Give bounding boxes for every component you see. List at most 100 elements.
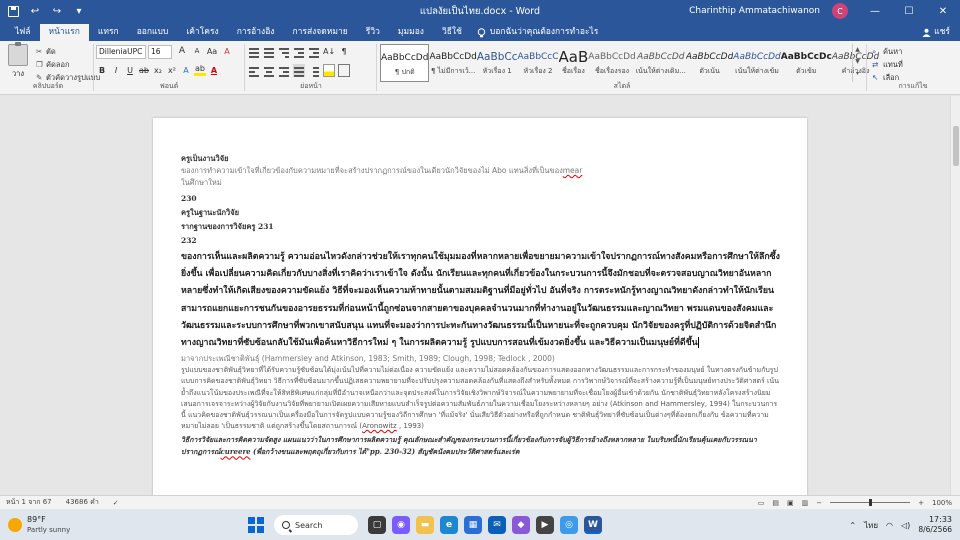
font-name-select[interactable]: DilleniaUPC [96,45,146,59]
read-mode-icon[interactable]: ▤ [772,499,779,507]
undo-button[interactable]: ↩ [28,4,42,18]
clock[interactable]: 17:33 8/6/2566 [918,515,952,535]
subscript-button[interactable]: x₂ [152,64,164,77]
zoom-out-button[interactable]: − [816,499,822,507]
style-subtitle[interactable]: AaBbCcDd ชื่อเรื่องรอง [588,44,635,82]
underline-button[interactable]: U [124,64,136,77]
proofing-icon[interactable]: ✓ [113,499,119,507]
tab-insert[interactable]: แทรก [89,24,128,41]
file-explorer-icon[interactable]: ▬ [416,516,434,534]
zoom-level[interactable]: 100% [932,499,952,507]
copy-button[interactable]: ❐ คัดลอก [36,58,94,71]
share-button[interactable]: แชร์ [922,24,950,41]
start-button[interactable] [248,517,264,533]
tab-review[interactable]: รีวิว [357,24,389,41]
tell-me-search[interactable]: บอกฉันว่าคุณต้องการทำอะไร [471,24,598,41]
avatar[interactable]: C [832,3,848,19]
wifi-icon[interactable]: ◠ [886,521,893,530]
word-count[interactable]: 43686 คำ [66,497,99,508]
teams-icon[interactable]: ◆ [512,516,530,534]
task-view-icon[interactable]: ▢ [368,516,386,534]
close-button[interactable]: ✕ [926,0,960,22]
clear-formatting-button[interactable]: A [221,45,233,58]
style-heading-1[interactable]: AaBbCc หัวเรื่อง 1 [477,44,518,82]
align-right-button[interactable] [278,64,290,77]
language-indicator[interactable]: ไทย [864,519,878,532]
find-button[interactable]: ⌕ ค้นหา [872,45,952,58]
focus-mode-icon[interactable]: ▭ [758,499,765,507]
mail-icon[interactable]: ✉ [488,516,506,534]
tab-mailings[interactable]: การส่งจดหมาย [283,24,356,41]
sort-button[interactable]: A↓ [323,45,335,58]
align-center-button[interactable] [263,64,275,77]
highlight-button[interactable]: ab [194,64,206,76]
minimize-button[interactable]: — [858,0,892,22]
zoom-slider-knob[interactable] [868,499,872,506]
redo-button[interactable]: ↪ [50,4,64,18]
zoom-slider[interactable] [830,499,911,506]
style-title[interactable]: AaB ชื่อเรื่อง [559,44,589,82]
tab-help[interactable]: วิธีใช้ [433,24,471,41]
chrome-icon[interactable]: ◎ [560,516,578,534]
replace-button[interactable]: ⇄ แทนที่ [872,58,952,71]
grow-font-button[interactable]: A [176,45,188,58]
show-hidden-icons-button[interactable]: ⌃ [849,521,856,530]
customize-toolbar-button[interactable]: ▾ [72,4,86,18]
scrollbar-thumb[interactable] [953,126,959,166]
styles-scroll[interactable]: ▲ ▼ ▾ [852,44,862,82]
style-subtle-emphasis[interactable]: AaBbCcDd เน้นให้ต่างเดิม... [636,44,686,82]
page-count[interactable]: หน้า 1 จาก 67 [6,497,52,508]
cut-button[interactable]: ✂ ตัด [36,45,94,58]
style-no-spacing[interactable]: AaBbCcDd ¶ ไม่มีการเว้... [429,44,476,82]
borders-button[interactable] [338,64,350,77]
tab-references[interactable]: การอ้างอิง [228,24,284,41]
document-body[interactable]: ครูเป็นงานวิจัย ของการทำความเข้าใจที่เกี… [181,152,781,458]
shrink-font-button[interactable]: A [191,45,203,58]
change-case-button[interactable]: Aa [206,45,218,58]
shading-button[interactable] [323,64,335,77]
style-heading-2[interactable]: AaBbCcC หัวเรื่อง 2 [517,44,558,82]
style-emphasis[interactable]: AaBbCcDd ตัวเน้น [686,44,733,82]
style-intense-emphasis[interactable]: AaBbCcDd เน้นให้ต่างเข้ม [733,44,780,82]
tab-home[interactable]: หน้าแรก [39,24,89,41]
italic-button[interactable]: I [110,64,122,77]
show-formatting-button[interactable]: ¶ [338,45,350,58]
spelling-error[interactable]: cureere [221,447,251,456]
edge-icon[interactable]: e [440,516,458,534]
tab-layout[interactable]: เค้าโครง [177,24,227,41]
spelling-error[interactable]: mear [563,166,583,175]
numbering-button[interactable] [263,45,275,58]
line-spacing-button[interactable] [308,64,320,77]
align-left-button[interactable] [248,64,260,77]
taskbar-search[interactable]: Search [274,515,358,535]
style-normal[interactable]: AaBbCcDd ¶ ปกติ [380,44,430,82]
user-name[interactable]: Charinthip Ammatachiwanon [689,6,820,16]
decrease-indent-button[interactable] [293,45,305,58]
word-icon[interactable]: W [584,516,602,534]
maximize-button[interactable]: ☐ [892,0,926,22]
store-icon[interactable]: ▦ [464,516,482,534]
font-color-button[interactable]: A [208,64,220,77]
justify-button[interactable] [293,64,305,77]
tab-file[interactable]: ไฟล์ [6,24,40,41]
bullets-button[interactable] [248,45,260,58]
tab-view[interactable]: มุมมอง [389,24,433,41]
increase-indent-button[interactable] [308,45,320,58]
weather-widget[interactable]: 89°F Partly sunny [0,515,170,535]
style-strong[interactable]: AaBbCcDc ตัวเข้ม [781,44,832,82]
paste-button[interactable]: วาง [4,42,32,80]
web-layout-icon[interactable]: ▥ [802,499,809,507]
multilevel-list-button[interactable] [278,45,290,58]
text-effects-button[interactable]: A [180,64,192,77]
document-page[interactable]: ครูเป็นงานวิจัย ของการทำความเข้าใจที่เกี… [153,118,807,495]
zoom-in-button[interactable]: + [918,499,924,507]
chat-icon[interactable]: ◉ [392,516,410,534]
superscript-button[interactable]: x² [166,64,178,77]
volume-icon[interactable]: ◁) [901,521,910,530]
print-layout-icon[interactable]: ▣ [787,499,794,507]
tab-design[interactable]: ออกแบบ [128,24,178,41]
spelling-error[interactable]: Aronowitz [362,422,397,430]
strikethrough-button[interactable]: ab [138,64,150,77]
save-button[interactable] [6,4,20,18]
vertical-scrollbar[interactable] [950,96,960,495]
